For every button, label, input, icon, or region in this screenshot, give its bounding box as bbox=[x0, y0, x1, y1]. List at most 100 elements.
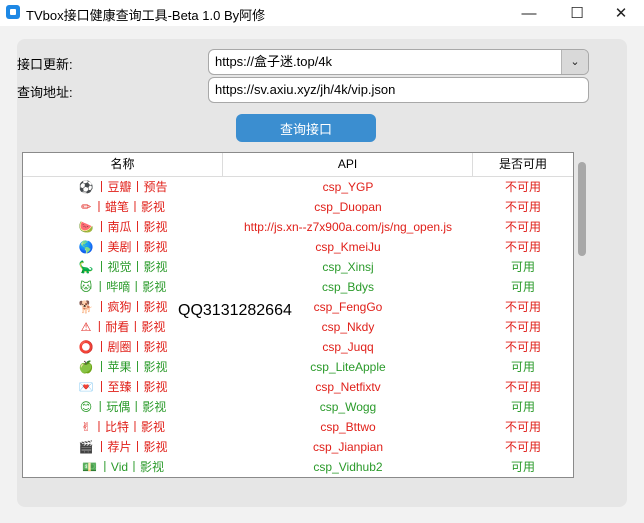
row-api: csp_LiteApple bbox=[310, 360, 386, 374]
row-status: 不可用 bbox=[504, 440, 541, 454]
row-status: 可用 bbox=[510, 460, 535, 474]
table-row[interactable]: 🐱 丨哔嘀丨影视 csp_Bdys 可用 bbox=[23, 277, 573, 297]
channel-icon: 😊 bbox=[79, 400, 93, 414]
row-name: 丨豆瓣丨预告 bbox=[95, 180, 168, 194]
scrollbar-thumb[interactable] bbox=[578, 162, 586, 256]
address-label: 查询地址: bbox=[17, 85, 73, 100]
row-name-cell: 🦕 丨视觉丨影视 bbox=[23, 257, 223, 277]
row-api: csp_Juqq bbox=[322, 340, 374, 354]
row-name: 丨荐片丨影视 bbox=[95, 440, 168, 454]
row-name-cell: ⭕ 丨剧圈丨影视 bbox=[23, 337, 223, 357]
row-api: csp_Bttwo bbox=[320, 420, 376, 434]
row-status: 不可用 bbox=[504, 180, 541, 194]
chevron-down-icon[interactable]: ⌄ bbox=[561, 50, 588, 74]
row-api: csp_YGP bbox=[322, 180, 374, 194]
row-name-cell: ⚽ 丨豆瓣丨预告 bbox=[23, 177, 223, 197]
row-api: csp_Jianpian bbox=[312, 440, 384, 454]
table-row[interactable]: ⚽ 丨豆瓣丨预告 csp_YGP 不可用 bbox=[23, 177, 573, 197]
row-api: csp_Duopan bbox=[314, 200, 382, 214]
row-name: 丨至臻丨影视 bbox=[95, 380, 168, 394]
row-name-cell: 💌 丨至臻丨影视 bbox=[23, 377, 223, 397]
row-name: 丨美剧丨影视 bbox=[95, 240, 168, 254]
row-status: 可用 bbox=[510, 280, 535, 294]
row-api: csp_Netfixtv bbox=[315, 380, 381, 394]
row-name: 丨玩偶丨影视 bbox=[94, 400, 167, 414]
row-status: 可用 bbox=[510, 400, 535, 414]
row-api: csp_KmeiJu bbox=[315, 240, 381, 254]
row-name: 丨视觉丨影视 bbox=[95, 260, 168, 274]
row-name-cell: 🍉 丨南瓜丨影视 bbox=[23, 217, 223, 237]
maximize-button[interactable]: ☐ bbox=[554, 0, 600, 26]
row-name: 丨疯狗丨影视 bbox=[95, 300, 168, 314]
channel-icon: 🌎 bbox=[78, 240, 94, 254]
row-status: 可用 bbox=[510, 360, 535, 374]
row-api: csp_Nkdy bbox=[321, 320, 375, 334]
table-row[interactable]: ✏ 丨蜡笔丨影视 csp_Duopan 不可用 bbox=[23, 197, 573, 217]
channel-icon: 🦕 bbox=[78, 260, 94, 274]
row-name-cell: 🎬 丨荐片丨影视 bbox=[23, 437, 223, 457]
channel-icon: ⚽ bbox=[78, 180, 94, 194]
row-name-cell: 💵 丨Vid丨影视 bbox=[23, 457, 223, 477]
header-name[interactable]: 名称 bbox=[23, 153, 223, 176]
table-row[interactable]: ✌ 丨比特丨影视 csp_Bttwo 不可用 bbox=[23, 417, 573, 437]
row-api: csp_Vidhub2 bbox=[313, 460, 383, 474]
row-status: 不可用 bbox=[504, 200, 541, 214]
address-input[interactable]: https://sv.axiu.xyz/jh/4k/vip.json bbox=[208, 77, 589, 103]
row-api: csp_Xinsj bbox=[322, 260, 374, 274]
overlay-text: QQ3131282664 bbox=[178, 302, 292, 319]
row-status: 不可用 bbox=[504, 340, 541, 354]
table-row[interactable]: 😊 丨玩偶丨影视 csp_Wogg 可用 bbox=[23, 397, 573, 417]
row-status: 不可用 bbox=[504, 300, 541, 314]
channel-icon: 💌 bbox=[78, 380, 94, 394]
row-status: 不可用 bbox=[504, 220, 541, 234]
row-name: 丨南瓜丨影视 bbox=[95, 220, 168, 234]
row-name-cell: ✌ 丨比特丨影视 bbox=[23, 417, 223, 437]
row-name-cell: ⚠ 丨耐看丨影视 bbox=[23, 317, 223, 337]
update-combobox[interactable]: https://盒子迷.top/4k ⌄ bbox=[208, 49, 589, 75]
row-status: 不可用 bbox=[504, 420, 541, 434]
table-row[interactable]: 💌 丨至臻丨影视 csp_Netfixtv 不可用 bbox=[23, 377, 573, 397]
title-bar: TVbox接口健康查询工具-Beta 1.0 By阿修 — ☐ ✕ bbox=[0, 0, 644, 26]
channel-icon: ⚠ bbox=[80, 320, 92, 334]
table-row[interactable]: 🐕 丨疯狗丨影视 csp_FengGo 不可用 bbox=[23, 297, 573, 317]
row-name-cell: 🐱 丨哔嘀丨影视 bbox=[23, 277, 223, 297]
channel-icon: ✏ bbox=[80, 200, 92, 214]
row-api: csp_Wogg bbox=[319, 400, 377, 414]
table-row[interactable]: ⭕ 丨剧圈丨影视 csp_Juqq 不可用 bbox=[23, 337, 573, 357]
row-api: http://js.xn--z7x900a.com/js/ng_open.js bbox=[243, 220, 453, 234]
table-row[interactable]: 🍏 丨苹果丨影视 csp_LiteApple 可用 bbox=[23, 357, 573, 377]
channel-icon: 🍏 bbox=[78, 360, 94, 374]
row-name-cell: ✏ 丨蜡笔丨影视 bbox=[23, 197, 223, 217]
channel-icon: 💵 bbox=[81, 460, 97, 474]
row-name: 丨蜡笔丨影视 bbox=[93, 200, 166, 214]
header-status[interactable]: 是否可用 bbox=[473, 153, 573, 176]
channel-icon: 🐱 bbox=[79, 280, 93, 294]
table-row[interactable]: 🍉 丨南瓜丨影视 http://js.xn--z7x900a.com/js/ng_o… bbox=[23, 217, 573, 237]
row-name-cell: 😊 丨玩偶丨影视 bbox=[23, 397, 223, 417]
row-api: csp_Bdys bbox=[321, 280, 375, 294]
row-name: 丨哔嘀丨影视 bbox=[94, 280, 167, 294]
channel-icon: 🐕 bbox=[78, 300, 94, 314]
query-button[interactable]: 查询接口 bbox=[236, 114, 376, 142]
table-row[interactable]: 🦕 丨视觉丨影视 csp_Xinsj 可用 bbox=[23, 257, 573, 277]
row-name: 丨Vid丨影视 bbox=[98, 460, 165, 474]
close-button[interactable]: ✕ bbox=[598, 0, 644, 26]
table-header: 名称 API 是否可用 bbox=[23, 153, 573, 177]
result-table: 名称 API 是否可用 ⚽ 丨豆瓣丨预告 csp_YGP 不可用 ✏ 丨蜡笔丨影视 csp_… bbox=[22, 152, 574, 478]
table-row[interactable]: 💵 丨Vid丨影视 csp_Vidhub2 可用 bbox=[23, 457, 573, 477]
row-status: 不可用 bbox=[504, 320, 541, 334]
row-status: 不可用 bbox=[504, 380, 541, 394]
header-api[interactable]: API bbox=[223, 153, 473, 176]
update-combobox-value: https://盒子迷.top/4k bbox=[215, 54, 333, 69]
table-row[interactable]: ⚠ 丨耐看丨影视 csp_Nkdy 不可用 bbox=[23, 317, 573, 337]
row-status: 可用 bbox=[510, 260, 535, 274]
channel-icon: 🍉 bbox=[78, 220, 94, 234]
table-row[interactable]: 🌎 丨美剧丨影视 csp_KmeiJu 不可用 bbox=[23, 237, 573, 257]
minimize-button[interactable]: — bbox=[506, 0, 552, 26]
row-name: 丨剧圈丨影视 bbox=[95, 340, 168, 354]
table-row[interactable]: 🎬 丨荐片丨影视 csp_Jianpian 不可用 bbox=[23, 437, 573, 457]
row-name: 丨比特丨影视 bbox=[93, 420, 166, 434]
row-name-cell: 🍏 丨苹果丨影视 bbox=[23, 357, 223, 377]
row-name-cell: 🌎 丨美剧丨影视 bbox=[23, 237, 223, 257]
channel-icon: ⭕ bbox=[78, 340, 94, 354]
